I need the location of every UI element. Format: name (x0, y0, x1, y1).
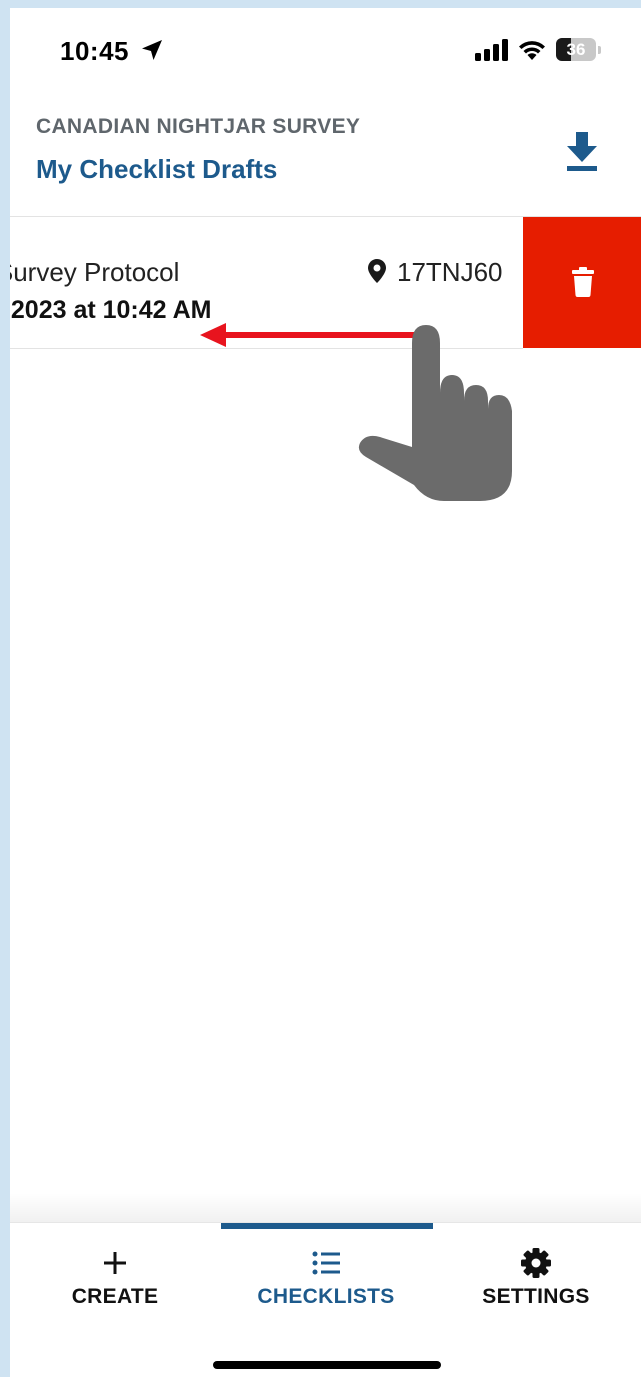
download-icon (567, 132, 597, 171)
gear-icon (521, 1248, 551, 1278)
draft-date: , 2023 at 10:42 AM (10, 296, 212, 324)
status-time: 10:45 (60, 36, 129, 66)
draft-location: 17TNJ60 (397, 257, 503, 287)
tab-checklists-label: CHECKLISTS (257, 1285, 395, 1308)
download-button[interactable] (564, 132, 600, 172)
battery-level: 36 (566, 40, 586, 59)
tab-settings[interactable]: SETTINGS (431, 1223, 641, 1323)
delete-button[interactable] (523, 217, 641, 348)
page-title: My Checklist Drafts (36, 154, 278, 184)
trash-icon (572, 267, 594, 297)
plus-icon (104, 1252, 126, 1274)
tab-create[interactable]: CREATE (10, 1223, 220, 1323)
phone-screen: 10:45 36 CANADIAN NIGHTJAR SURVEY My Che… (10, 8, 641, 1377)
wifi-icon (519, 41, 545, 60)
tab-settings-label: SETTINGS (482, 1285, 590, 1308)
tab-create-label: CREATE (71, 1285, 159, 1308)
pointing-hand-icon (358, 325, 512, 501)
tab-checklists[interactable]: CHECKLISTS (221, 1223, 431, 1323)
app-name: CANADIAN NIGHTJAR SURVEY (36, 115, 361, 138)
home-indicator (213, 1361, 441, 1369)
nav-shadow (10, 1193, 641, 1223)
cellular-signal-icon (475, 39, 508, 61)
list-icon (312, 1251, 340, 1275)
map-pin-icon (368, 259, 386, 283)
location-arrow-icon (142, 40, 162, 60)
battery-indicator: 36 (556, 38, 604, 62)
draft-protocol: r Survey Protocol (10, 257, 180, 287)
bottom-nav: CREATE CHECKLISTS SETTINGS (10, 1222, 641, 1377)
